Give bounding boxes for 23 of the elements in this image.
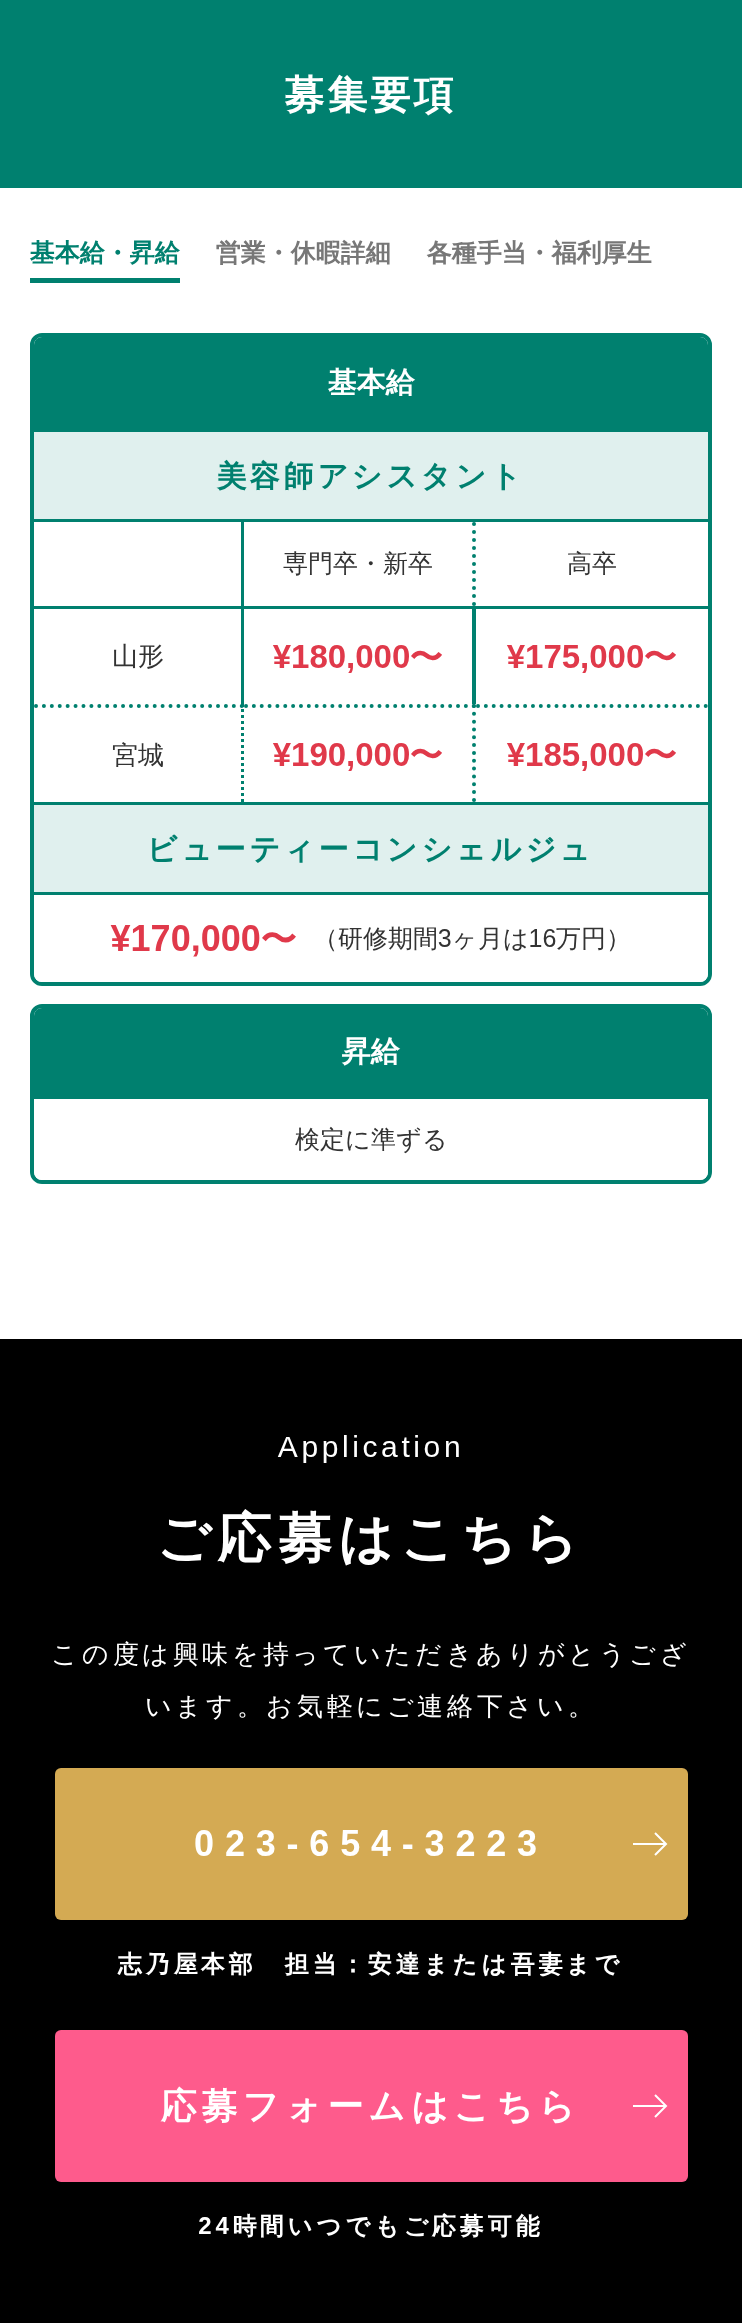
tab[interactable]: 営業・休暇詳細 bbox=[216, 228, 391, 283]
tab[interactable]: 各種手当・福利厚生 bbox=[427, 228, 652, 283]
row-label: 宮城 bbox=[34, 704, 244, 802]
salary-note: （研修期間3ヶ月は16万円） bbox=[312, 922, 632, 954]
section-title: ビューティーコンシェルジュ bbox=[147, 831, 595, 867]
page-title: 募集要項 bbox=[284, 71, 458, 118]
arrow-icon bbox=[631, 1831, 668, 1857]
card-title: 基本給 bbox=[327, 365, 415, 401]
section-eyebrow: Application bbox=[277, 1429, 465, 1465]
salary-amount: ¥190,000〜 bbox=[244, 704, 476, 802]
arrow-icon bbox=[631, 2093, 668, 2119]
tab[interactable]: 基本給・昇給 bbox=[30, 228, 180, 283]
button-caption: 24時間いつでもご応募可能 bbox=[198, 2211, 544, 2241]
card-title: 昇給 bbox=[342, 1034, 400, 1070]
form-button[interactable]: 応募フォームはこちら bbox=[54, 2030, 688, 2182]
section-title: 美容師アシスタント bbox=[216, 458, 526, 494]
row-label: 山形 bbox=[34, 606, 244, 704]
salary-amount: ¥170,000〜 bbox=[110, 916, 297, 961]
salary-amount: ¥180,000〜 bbox=[244, 606, 476, 704]
section-title: ご応募はこちら bbox=[156, 1506, 586, 1569]
application-message: この度は興味を持っていただきありがとうございます。お気軽にご連絡下さい。 bbox=[51, 1638, 691, 1723]
button-caption: 志乃屋本部 担当：安達または吾妻まで bbox=[117, 1949, 625, 1979]
raise-text: 検定に準ずる bbox=[294, 1123, 448, 1155]
